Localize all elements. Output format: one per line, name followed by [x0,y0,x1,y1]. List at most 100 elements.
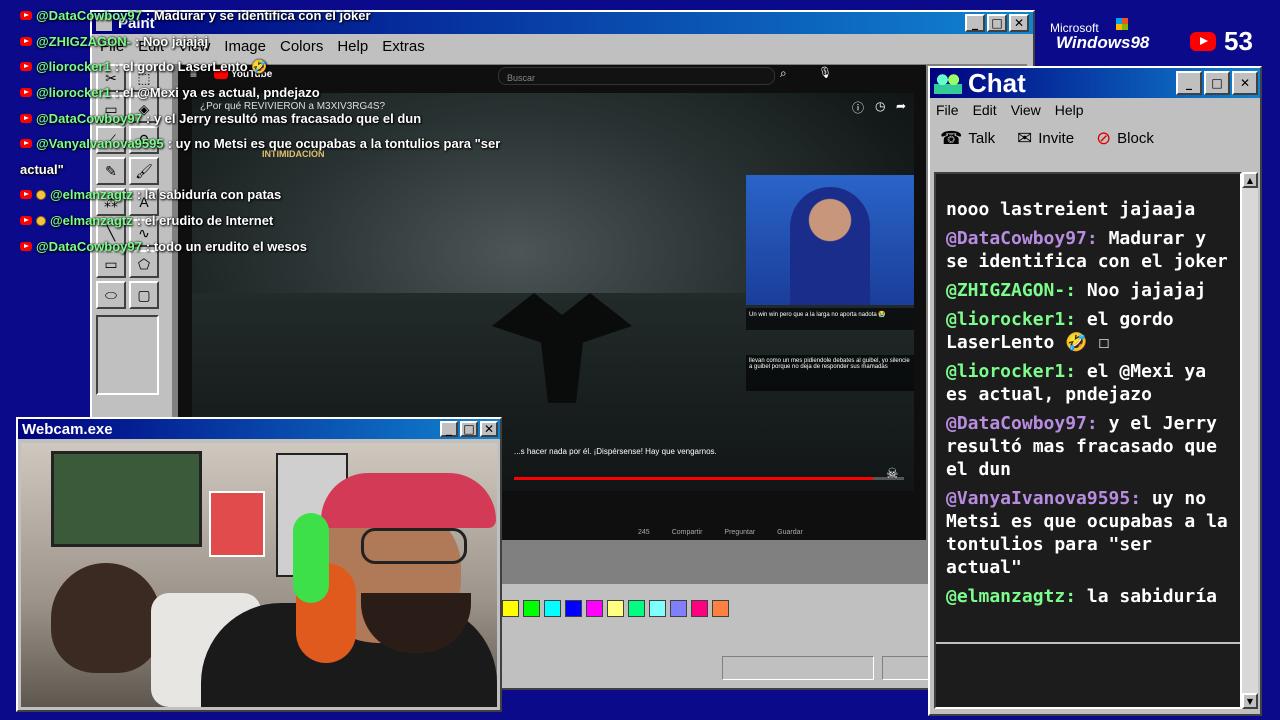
overlay-chat-username: @DataCowboy97 [36,110,142,126]
overlay-chat-line: @liorocker1: el gordo LaserLento 🤣 [20,54,580,80]
overlay-chat-line: @DataCowboy97: Madurar y se identifica c… [20,3,580,29]
overlay-chat-text: : el erudito de Internet [136,213,274,229]
webcam-close-button[interactable]: ✕ [480,421,498,437]
overlay-chat-username: @elmanzagtz [50,187,133,203]
overlay-chat-line: @elmanzagtz: la sabiduría con patas [20,182,580,208]
member-badge-icon [36,215,46,226]
chat-message: @liorocker1: el @Mexi ya es actual, pnde… [946,360,1232,406]
chat-title: Chat [968,67,1026,98]
youtube-badge-icon [20,62,32,72]
chat-menu-file[interactable]: File [936,102,959,118]
rounded-rect-tool-icon[interactable]: ▢ [129,281,159,309]
youtube-badge-icon [20,241,32,251]
overlay-chat-username: @DataCowboy97 [36,238,142,254]
chat-message: @DataCowboy97: Madurar y se identifica c… [946,227,1232,273]
clock-icon[interactable]: ◷ [875,99,885,113]
overlay-chat-text: : Madurar y se identifica con el joker [145,8,371,24]
palette-swatch[interactable] [544,600,561,617]
chat-message: nooo lastreient jajaaja [946,198,1232,221]
info-icon[interactable]: ⓘ [852,99,864,116]
chat-titlebar[interactable]: Chat _ □ ✕ [930,68,1260,98]
talk-icon: ☎ [940,128,963,148]
overlay-chat-text: actual" [20,161,64,177]
overlay-chat: @DataCowboy97 : Madurar y se identifica c… [20,3,580,259]
ask-action[interactable]: Preguntar [724,529,755,536]
search-icon[interactable]: ⌕ [780,66,787,81]
chat-scrollbar[interactable]: ▲ ▼ [1242,172,1258,709]
chat-message-text: la sabiduría [1086,586,1217,607]
webcam-maximize-button[interactable]: □ [460,421,478,437]
wall-poster-left [51,451,202,547]
overlay-chat-text: : todo un erudito el wesos [145,238,307,254]
webcam-minimize-button[interactable]: _ [440,421,458,437]
invite-label: Invite [1038,130,1075,147]
palette-swatch[interactable] [586,600,603,617]
progress-bar[interactable] [514,477,904,480]
palette-swatch[interactable] [649,600,666,617]
overlay-chat-username: @liorocker1 [36,59,111,75]
chat-menu-view[interactable]: View [1011,102,1041,118]
youtube-icon [1190,32,1216,51]
member-badge-icon [36,189,46,200]
viewer-count: 53 [1190,26,1253,57]
mic-icon[interactable]: 🎙 [818,66,832,79]
subtitle-text: ...s hacer nada por él. ¡Dispérsense! Ha… [514,447,717,456]
chat-message-text: nooo lastreient jajaaja [946,199,1196,220]
chat-message-username: @DataCowboy97: [946,228,1109,249]
plush-bear [51,563,161,673]
tool-options-box[interactable] [96,315,159,395]
scroll-up-button[interactable]: ▲ [1242,172,1258,188]
palette-swatch[interactable] [670,600,687,617]
chat-close-button[interactable]: ✕ [1232,71,1258,95]
ellipse-tool-icon[interactable]: ⬭ [96,281,126,309]
youtube-badge-icon [20,190,32,200]
overlay-chat-text: : uy no Metsi es que ocupabas a la tontu… [167,136,501,152]
overlay-chat-username: @liorocker1 [36,85,111,101]
webcam-titlebar[interactable]: Webcam.exe _ □ ✕ [18,419,500,439]
palette-swatch[interactable] [565,600,582,617]
streamer-cap [321,473,496,528]
chat-toolbar: ☎ Talk ✉ Invite ⊘ Block [930,122,1260,155]
save-action[interactable]: Guardar [777,529,803,536]
chat-menu-edit[interactable]: Edit [973,102,997,118]
invite-button[interactable]: ✉ Invite [1017,128,1074,149]
share-action[interactable]: Compartir [672,529,703,536]
chat-maximize-button[interactable]: □ [1204,71,1230,95]
overlay-chat-username: @elmanzagtz [50,213,133,229]
palette-swatch[interactable] [712,600,729,617]
block-button[interactable]: ⊘ Block [1096,128,1154,149]
scroll-down-button[interactable]: ▼ [1242,693,1258,709]
share-icon[interactable]: ➦ [896,99,906,113]
chat-message: @VanyaIvanova9595: uy no Metsi es que oc… [946,487,1232,579]
chat-menu-help[interactable]: Help [1055,102,1084,118]
chat-messages-pane[interactable]: nooo lastreient jajaaja @DataCowboy97: Ma… [934,172,1242,709]
inner-comment-1: Un win win pero que a la larga no aporta… [746,308,914,330]
skull-icon: ☠ [886,465,899,481]
overlay-chat-username: @VanyaIvanova9595 [36,136,164,152]
overlay-chat-text: : Noo jajajaj [135,33,208,49]
youtube-badge-icon [20,139,32,149]
chat-message-username: @DataCowboy97: [946,413,1109,434]
palette-swatch[interactable] [691,600,708,617]
palette-swatch[interactable] [628,600,645,617]
maximize-button[interactable]: □ [987,14,1007,32]
minimize-button[interactable]: _ [965,14,985,32]
palette-swatch[interactable] [607,600,624,617]
progress-fill [514,477,873,480]
chat-message-username: @VanyaIvanova9595: [946,488,1152,509]
overlay-chat-text: : el gordo LaserLento 🤣 [114,58,268,74]
like-count[interactable]: 245 [638,529,650,536]
chat-message: @liorocker1: el gordo LaserLento 🤣 ☐ [946,308,1232,354]
overlay-chat-line: @DataCowboy97: todo un erudito el wesos [20,233,580,259]
inner-streamer [790,187,870,305]
talk-button[interactable]: ☎ Talk [940,128,995,149]
palette-swatch[interactable] [523,600,540,617]
inner-webcam [746,175,914,305]
palette-swatch[interactable] [502,600,519,617]
invite-icon: ✉ [1017,128,1033,148]
windows98-text: Windows98 [1056,33,1150,52]
chat-message-username: @liorocker1: [946,361,1087,382]
chat-message: @elmanzagtz: la sabiduría [946,585,1232,608]
chat-minimize-button[interactable]: _ [1176,71,1202,95]
close-button[interactable]: ✕ [1009,14,1029,32]
